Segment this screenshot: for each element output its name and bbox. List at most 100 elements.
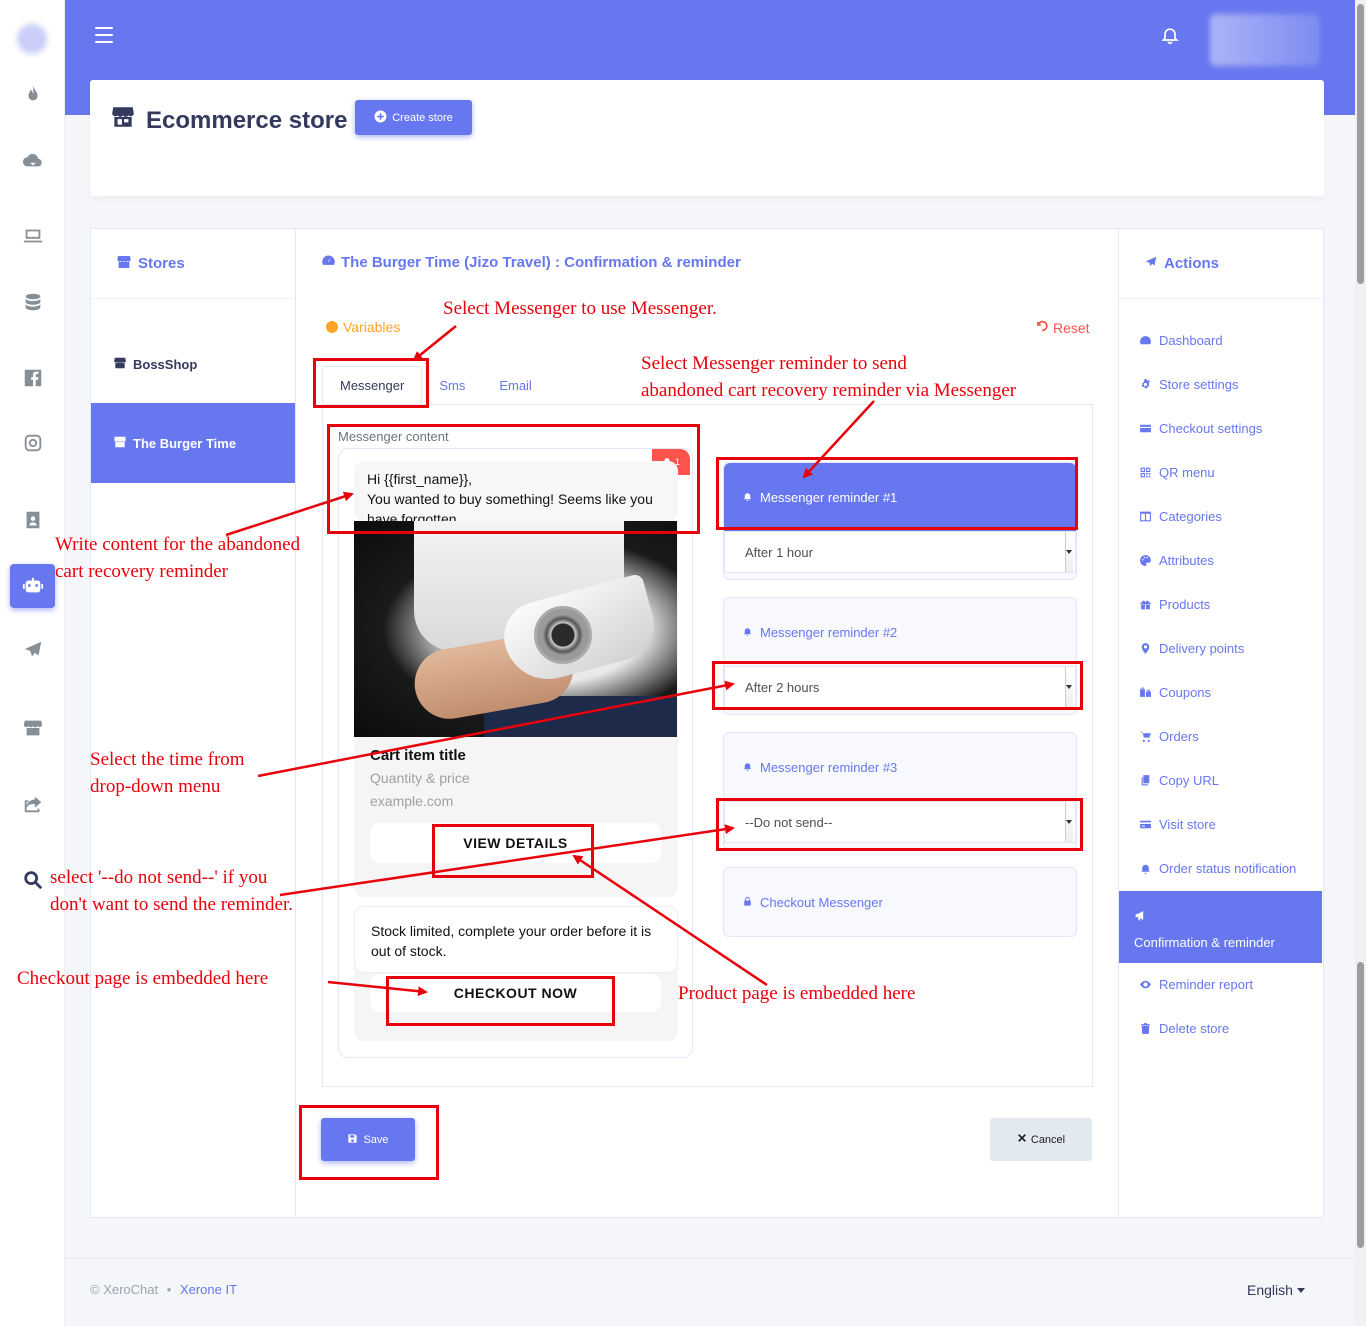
checkout-textarea[interactable]: Stock limited, complete your order befor… [354, 906, 678, 973]
action-label: Checkout settings [1159, 421, 1263, 436]
hamburger-menu-icon[interactable] [95, 27, 113, 43]
tab-email[interactable]: Email [482, 366, 549, 404]
instagram-icon[interactable] [10, 421, 55, 465]
store-icon [113, 356, 127, 373]
reminder-1-select[interactable]: After 1 hour [724, 531, 1076, 573]
reset-label: Reset [1053, 319, 1090, 336]
credit-card-icon [1140, 820, 1151, 829]
bell-icon [742, 760, 753, 775]
action-order-status-notification[interactable]: Order status notification [1119, 861, 1322, 876]
annotation-line: don't want to send the reminder. [50, 894, 293, 915]
language-selector[interactable]: English [1247, 1282, 1305, 1298]
product-image [354, 521, 677, 737]
bell-icon [742, 625, 753, 640]
variables-toggle[interactable]: Variables [326, 319, 400, 335]
reset-button[interactable]: Reset [1035, 319, 1090, 336]
laptop-code-icon[interactable] [10, 214, 55, 258]
paper-plane-icon[interactable] [10, 628, 55, 672]
action-label: Confirmation & reminder [1134, 935, 1275, 950]
checkout-messenger-card[interactable]: Checkout Messenger [723, 867, 1077, 937]
action-delivery-points[interactable]: Delivery points [1119, 641, 1322, 656]
robot-icon[interactable] [10, 564, 55, 608]
highlight-checkout-now [386, 976, 615, 1026]
dashboard-icon [1140, 336, 1151, 345]
action-qr-menu[interactable]: QR menu [1119, 465, 1322, 480]
share-icon[interactable] [10, 782, 55, 826]
section-header: Ecommerce store Create store [90, 80, 1324, 196]
notification-bell-icon[interactable] [1160, 24, 1180, 51]
coupon-icon [1140, 687, 1151, 697]
action-products[interactable]: Products [1119, 597, 1322, 612]
cancel-button[interactable]: Cancel [990, 1118, 1092, 1161]
facebook-icon[interactable] [10, 356, 55, 400]
action-coupons[interactable]: Coupons [1119, 685, 1322, 700]
paper-plane-icon [1144, 255, 1158, 273]
action-copy-url[interactable]: Copy URL [1119, 773, 1322, 788]
action-checkout-settings[interactable]: Checkout settings [1119, 421, 1322, 436]
reminder-3-label: Messenger reminder #3 [760, 759, 898, 775]
reminder-2-header[interactable]: Messenger reminder #2 [724, 598, 1076, 666]
page-scrollbar[interactable] [1355, 0, 1366, 1326]
footer-copyright: © XeroChat • Xerone IT [90, 1282, 237, 1297]
action-store-settings[interactable]: Store settings [1119, 377, 1322, 392]
cart-item-url: example.com [370, 793, 454, 809]
actions-column: Actions Dashboard Store settings Checkou… [1118, 229, 1323, 1217]
action-orders[interactable]: Orders [1119, 729, 1322, 744]
qrcode-icon [1140, 467, 1151, 478]
annotation-select-reminder: Select Messenger reminder to send abando… [641, 350, 1016, 404]
contact-book-icon[interactable] [10, 498, 55, 542]
cloud-download-icon[interactable] [10, 138, 55, 182]
action-confirmation-reminder[interactable]: Confirmation & reminder [1119, 891, 1322, 963]
action-delete-store[interactable]: Delete store [1119, 1021, 1322, 1036]
cart-icon [1140, 731, 1151, 742]
search-icon[interactable] [10, 858, 55, 902]
annotation-line: abandoned cart recovery reminder via Mes… [641, 380, 1017, 401]
scrollbar-thumb-top[interactable] [1357, 4, 1364, 284]
fire-icon[interactable] [10, 73, 55, 117]
store-icon [116, 254, 132, 274]
undo-icon [1035, 319, 1049, 336]
store-icon [113, 435, 127, 452]
store-icon [110, 104, 136, 137]
action-attributes[interactable]: Attributes [1119, 553, 1322, 568]
annotation-line: Select Messenger reminder to send [641, 353, 907, 374]
action-label: QR menu [1159, 465, 1215, 480]
trash-icon [1141, 1023, 1150, 1034]
variables-label: Variables [343, 319, 401, 335]
action-label: Delete store [1159, 1021, 1230, 1036]
store-item-the-burger-time[interactable]: The Burger Time [91, 403, 295, 483]
action-visit-store[interactable]: Visit store [1119, 817, 1322, 832]
user-profile-blurred[interactable] [1210, 14, 1320, 66]
action-label: Order status notification [1159, 861, 1297, 876]
checkout-messenger-header[interactable]: Checkout Messenger [724, 868, 1076, 936]
plus-circle-icon [374, 110, 387, 126]
card-icon [1140, 424, 1151, 433]
action-label: Visit store [1159, 817, 1216, 832]
reminder-3-header[interactable]: Messenger reminder #3 [724, 733, 1076, 801]
annotation-line: Select the time from [90, 749, 245, 770]
chevron-down-icon [1066, 685, 1072, 689]
action-categories[interactable]: Categories [1119, 509, 1322, 524]
action-dashboard[interactable]: Dashboard [1119, 333, 1322, 348]
store-item-bossshop[interactable]: BossShop [91, 324, 295, 404]
scrollbar-thumb-bottom[interactable] [1357, 962, 1364, 1248]
action-label: Attributes [1159, 553, 1214, 568]
action-label: Store settings [1159, 377, 1239, 392]
actions-heading-text: Actions [1164, 255, 1220, 272]
store-icon[interactable] [10, 706, 55, 750]
create-store-label: Create store [392, 111, 453, 124]
stores-heading: Stores [91, 229, 295, 299]
tab-sms[interactable]: Sms [422, 366, 482, 404]
brand-link[interactable]: Xerone IT [180, 1282, 237, 1297]
dashboard-icon [321, 253, 336, 272]
action-reminder-report[interactable]: Reminder report [1119, 977, 1322, 992]
create-store-button[interactable]: Create store [355, 100, 472, 135]
chevron-down-icon [1066, 550, 1072, 554]
database-icon[interactable] [10, 280, 55, 324]
action-label: Orders [1159, 729, 1199, 744]
close-icon [1017, 1133, 1027, 1146]
footer-separator: • [166, 1282, 172, 1297]
action-label: Products [1159, 597, 1211, 612]
stores-column: Stores BossShop The Burger Time [91, 229, 296, 1217]
reminder-2-label: Messenger reminder #2 [760, 624, 898, 640]
